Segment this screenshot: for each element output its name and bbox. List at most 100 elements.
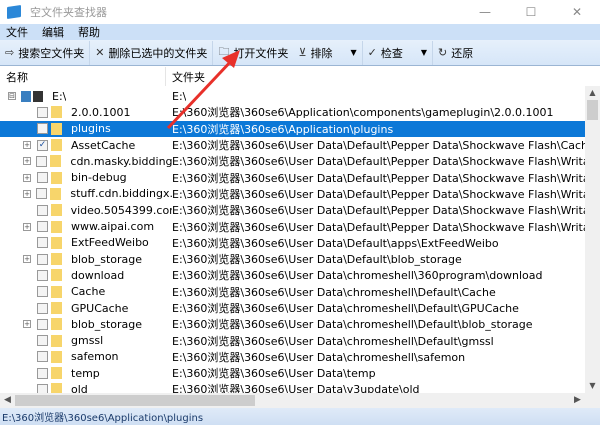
checkbox[interactable]	[37, 269, 48, 281]
table-row[interactable]: download E:\360浏览器\360se6\User Data\chrom…	[0, 267, 585, 283]
checkbox[interactable]	[37, 302, 48, 314]
folder-name: Cache	[71, 285, 106, 299]
table-row[interactable]: 2.0.0.1001 E:\360浏览器\360se6\Application\c…	[0, 104, 585, 120]
chevron-down-icon[interactable]: ▼	[351, 48, 357, 57]
table-row[interactable]: + blob_storage E:\360浏览器\360se6\User Data\…	[0, 251, 585, 267]
folder-name: bin-debug	[71, 171, 127, 185]
checkbox[interactable]	[37, 253, 48, 265]
minimize-button[interactable]: —	[462, 0, 508, 24]
checkbox[interactable]	[36, 155, 48, 167]
table-row[interactable]: video.5054399.com E:\360浏览器\360se6\User D…	[0, 202, 585, 218]
name-cell: ⊟ E:\	[0, 90, 172, 103]
horizontal-scroll-thumb[interactable]	[15, 395, 255, 406]
expand-toggle-icon[interactable]: +	[23, 189, 31, 198]
restore-button[interactable]: ↻ 还原	[433, 41, 478, 65]
expand-toggle-icon[interactable]: +	[23, 320, 31, 329]
check-icon: ✓	[367, 46, 377, 59]
table-row[interactable]: + cdn.masky.bidding... E:\360浏览器\360se6\Us…	[0, 153, 585, 169]
checkbox[interactable]	[37, 237, 48, 249]
folder-path: E:\360浏览器\360se6\User Data\Default\blob_…	[172, 253, 462, 267]
folder-path: E:\360浏览器\360se6\Application\components\…	[172, 106, 554, 120]
table-row[interactable]: + bin-debug E:\360浏览器\360se6\User Data\Def…	[0, 169, 585, 185]
folder-name: plugins	[71, 122, 111, 136]
table-row[interactable]: old E:\360浏览器\360se6\User Data\v3update\o…	[0, 381, 585, 393]
checkbox[interactable]	[37, 172, 48, 184]
folder-path: E:\360浏览器\360se6\User Data\Default\Peppe…	[172, 220, 585, 234]
scroll-right-icon[interactable]: ▶	[570, 393, 585, 408]
scroll-down-icon[interactable]: ▼	[585, 379, 600, 393]
checkbox[interactable]	[37, 286, 48, 298]
folder-name: 2.0.0.1001	[71, 105, 131, 119]
checkbox[interactable]	[37, 106, 48, 118]
expand-toggle-icon[interactable]: ⊟	[8, 92, 16, 101]
name-cell: GPUCache	[0, 302, 172, 315]
name-cell: gmssl	[0, 334, 172, 347]
check-button[interactable]: ✓ 检查 ▼	[363, 40, 434, 65]
folder-icon	[51, 302, 62, 314]
delete-selected-button[interactable]: ✕ 删除已选中的文件夹	[90, 40, 214, 65]
checkbox[interactable]	[37, 123, 48, 135]
table-row[interactable]: safemon E:\360浏览器\360se6\User Data\chrome…	[0, 349, 585, 365]
folder-path: E:\360浏览器\360se6\User Data\Default\Peppe…	[172, 155, 585, 169]
folder-icon	[50, 204, 62, 217]
checkbox[interactable]	[37, 318, 48, 330]
name-cell: + cdn.masky.bidding...	[0, 155, 172, 168]
column-header-name[interactable]: 名称	[0, 67, 166, 86]
table-row[interactable]: + ✓ AssetCache E:\360浏览器\360se6\User Data\D…	[0, 137, 585, 153]
folder-name: video.5054399.com	[70, 203, 172, 217]
expand-toggle-icon[interactable]: +	[23, 255, 31, 264]
table-row[interactable]: temp E:\360浏览器\360se6\User Data\temp	[0, 365, 585, 381]
scroll-left-icon[interactable]: ◀	[0, 393, 15, 408]
menu-file[interactable]: 文件	[0, 24, 36, 40]
checkbox[interactable]	[37, 351, 48, 363]
checkbox[interactable]	[37, 383, 48, 393]
column-header-folder[interactable]: 文件夹	[166, 69, 205, 85]
folder-path: E:\360浏览器\360se6\User Data\chromeshell\D…	[172, 302, 519, 315]
table-row[interactable]: Cache E:\360浏览器\360se6\User Data\chromesh…	[0, 284, 585, 300]
exclude-button[interactable]: ⊻ 排除 ▼	[293, 40, 363, 65]
table-row[interactable]: gmssl E:\360浏览器\360se6\User Data\chromesh…	[0, 332, 585, 348]
folder-name: safemon	[71, 350, 119, 364]
name-cell: 2.0.0.1001	[0, 106, 172, 119]
checkbox[interactable]	[36, 188, 48, 200]
folder-path: E:\360浏览器\360se6\User Data\Default\Peppe…	[172, 171, 585, 185]
open-folder-button[interactable]: 🗀 打开文件夹	[213, 41, 293, 65]
expand-toggle-icon[interactable]: +	[23, 157, 31, 166]
name-cell: ExtFeedWeibo	[0, 236, 172, 249]
checkbox[interactable]	[37, 221, 48, 233]
checkbox[interactable]	[36, 204, 48, 216]
chevron-down-icon[interactable]: ▼	[421, 48, 427, 57]
vertical-scrollbar[interactable]: ▲ ▼	[585, 86, 600, 393]
table-row[interactable]: + blob_storage E:\360浏览器\360se6\User Data\…	[0, 316, 585, 332]
table-row[interactable]: GPUCache E:\360浏览器\360se6\User Data\chrom…	[0, 300, 585, 316]
table-row[interactable]: + stuff.cdn.biddingx....E:\360浏览器\360se6\…	[0, 186, 585, 202]
expand-toggle-icon[interactable]: +	[23, 173, 31, 182]
vertical-scroll-thumb[interactable]	[587, 100, 598, 120]
refresh-icon: ↻	[438, 46, 448, 59]
folder-name: temp	[71, 366, 100, 380]
table-row[interactable]: ⊟ E:\ E:\	[0, 88, 585, 104]
horizontal-scrollbar[interactable]: ◀ ▶	[0, 393, 585, 408]
checkbox[interactable]	[37, 335, 48, 347]
search-empty-folders-button[interactable]: ⇨ 搜索空文件夹	[0, 40, 91, 65]
folder-name: AssetCache	[71, 138, 136, 152]
folder-name: stuff.cdn.biddingx....	[70, 187, 172, 201]
expand-toggle-icon[interactable]: +	[23, 141, 31, 150]
table-row[interactable]: + www.aipai.com E:\360浏览器\360se6\User Data…	[0, 218, 585, 234]
table-row[interactable]: ExtFeedWeibo E:\360浏览器\360se6\User Data\D…	[0, 235, 585, 251]
list-header: 名称 文件夹	[0, 67, 585, 86]
table-row[interactable]: plugins E:\360浏览器\360se6\Application\plug…	[0, 120, 585, 137]
folder-name: cdn.masky.bidding...	[70, 154, 172, 168]
name-cell: old	[0, 383, 172, 393]
scroll-up-icon[interactable]: ▲	[585, 86, 600, 100]
close-button[interactable]: ✕	[554, 0, 600, 24]
folder-tree-list[interactable]: ⊟ E:\ E:\ 2.0.0.1001 E:\360浏览器\360se6\Applic…	[0, 88, 585, 393]
checkbox[interactable]	[37, 367, 48, 379]
maximize-button[interactable]: ☐	[508, 0, 554, 24]
checkbox[interactable]: ✓	[37, 139, 48, 151]
menu-help[interactable]: 帮助	[72, 24, 108, 40]
menu-edit[interactable]: 编辑	[36, 24, 72, 40]
expand-toggle-icon[interactable]: +	[23, 222, 31, 231]
folder-name: old	[71, 382, 88, 393]
scrollbar-corner	[585, 393, 600, 408]
